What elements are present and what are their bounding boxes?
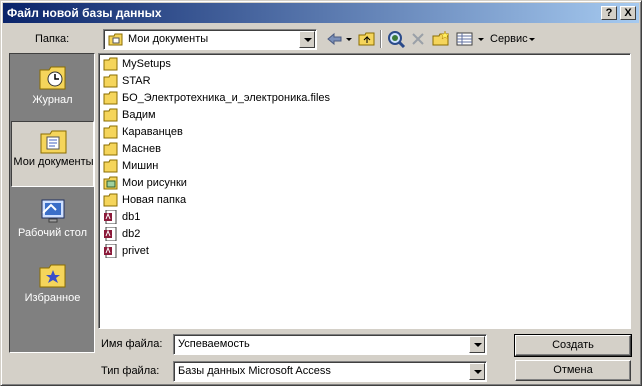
folder-icon xyxy=(103,159,119,173)
history-icon xyxy=(37,64,69,92)
my-documents-small-icon xyxy=(108,33,124,46)
tools-menu-button[interactable]: Сервис xyxy=(490,33,528,45)
access-database-icon xyxy=(103,226,119,242)
delete-icon[interactable] xyxy=(408,30,428,48)
file-name: privet xyxy=(122,245,149,257)
list-item[interactable]: Вадим xyxy=(103,107,423,124)
folder-icon xyxy=(103,74,119,88)
list-item[interactable]: Мишин xyxy=(103,158,423,175)
folder-icon xyxy=(103,91,119,105)
my-documents-icon xyxy=(38,128,70,156)
list-item[interactable]: STAR xyxy=(103,73,423,90)
file-name: Маснев xyxy=(122,143,161,155)
new-folder-icon[interactable] xyxy=(431,30,451,48)
place-history[interactable]: Журнал xyxy=(11,58,94,122)
file-name: db2 xyxy=(122,228,141,240)
place-favorites[interactable]: Избранное xyxy=(11,256,94,320)
list-item[interactable]: MySetups xyxy=(103,56,423,73)
list-item[interactable]: БО_Электротехника_и_электроника.files xyxy=(103,90,423,107)
file-dialog-window: Файл новой базы данных ? X Папка: Мои до… xyxy=(0,0,642,386)
list-item[interactable]: db1 xyxy=(103,209,423,226)
file-list[interactable]: MySetups STAR БО_Электротехника_и_электр… xyxy=(98,53,631,329)
list-item[interactable]: privet xyxy=(103,243,423,260)
filename-dropdown-arrow[interactable] xyxy=(469,336,485,353)
file-name: БО_Электротехника_и_электроника.files xyxy=(122,92,331,104)
filetype-combobox[interactable]: Базы данных Microsoft Access xyxy=(173,361,487,382)
views-icon[interactable] xyxy=(455,30,475,48)
access-database-icon xyxy=(103,209,119,225)
file-name: Мишин xyxy=(122,160,159,172)
close-button[interactable]: X xyxy=(620,6,636,20)
list-item[interactable]: Мои рисунки xyxy=(103,175,423,192)
toolbar-separator xyxy=(380,30,382,48)
place-label-history: Журнал xyxy=(32,94,73,106)
filename-label: Имя файла: xyxy=(101,338,163,350)
up-one-level-icon[interactable] xyxy=(357,30,377,48)
list-item[interactable]: Маснев xyxy=(103,141,423,158)
folder-value: Мои документы xyxy=(128,33,209,45)
filetype-value: Базы данных Microsoft Access xyxy=(178,365,331,377)
place-label-desktop: Рабочий стол xyxy=(17,227,88,239)
back-dropdown-icon[interactable] xyxy=(344,30,354,48)
views-dropdown-icon[interactable] xyxy=(476,30,486,48)
folder-label: Папка: xyxy=(35,33,70,45)
search-web-icon[interactable] xyxy=(386,30,406,49)
back-icon[interactable] xyxy=(324,30,344,48)
list-item[interactable]: db2 xyxy=(103,226,423,243)
list-item[interactable]: Новая папка xyxy=(103,192,423,209)
title-bar[interactable]: Файл новой базы данных ? X xyxy=(3,3,639,23)
filetype-dropdown-arrow[interactable] xyxy=(469,363,485,380)
folder-combobox[interactable]: Мои документы xyxy=(103,29,317,50)
file-name: Вадим xyxy=(122,109,156,121)
folder-icon xyxy=(103,142,119,156)
file-name: Новая папка xyxy=(122,194,187,206)
filetype-label: Тип файла: xyxy=(101,365,160,377)
window-title: Файл новой базы данных xyxy=(7,6,162,20)
folder-icon xyxy=(103,125,119,139)
help-button[interactable]: ? xyxy=(601,6,617,20)
pictures-folder-icon xyxy=(103,176,119,190)
file-name: Мои рисунки xyxy=(122,177,187,189)
tools-dropdown-icon[interactable] xyxy=(527,30,537,48)
place-desktop[interactable]: Рабочий стол xyxy=(11,191,94,255)
folder-icon xyxy=(103,193,119,207)
filename-combobox[interactable]: Успеваемость xyxy=(173,334,487,355)
file-name: Караванцев xyxy=(122,126,183,138)
list-item[interactable]: Караванцев xyxy=(103,124,423,141)
favorites-icon xyxy=(37,262,69,290)
place-my-documents[interactable]: Мои документы xyxy=(11,121,94,187)
file-name: MySetups xyxy=(122,58,171,70)
create-button[interactable]: Создать xyxy=(514,334,632,357)
desktop-icon xyxy=(37,197,69,225)
cancel-button[interactable]: Отмена xyxy=(515,360,631,381)
place-label-my-documents: Мои документы xyxy=(13,156,94,168)
file-name: STAR xyxy=(122,75,151,87)
folder-icon xyxy=(103,57,119,71)
place-label-favorites: Избранное xyxy=(24,292,81,304)
file-name: db1 xyxy=(122,211,141,223)
folder-icon xyxy=(103,108,119,122)
places-bar: Журнал Мои документы Рабочий стол Избран… xyxy=(9,53,95,353)
filename-value: Успеваемость xyxy=(178,338,250,350)
folder-dropdown-arrow[interactable] xyxy=(299,31,315,48)
access-database-icon xyxy=(103,243,119,259)
